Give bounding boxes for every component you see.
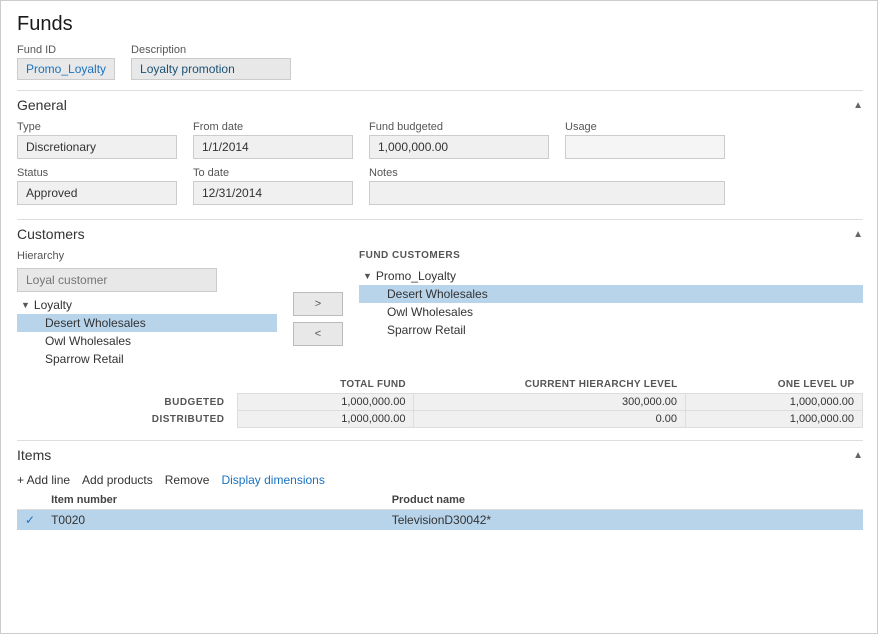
items-section: Items ▲ + Add line Add products Remove D… [17, 440, 863, 530]
to-date-label: To date [193, 167, 353, 179]
customers-section-content: Hierarchy ▼ Loyalty Desert Wholesales Ow… [17, 246, 863, 438]
fund-summary: TOTAL FUND CURRENT HIERARCHY LEVEL ONE L… [17, 376, 863, 428]
move-left-button[interactable]: < [293, 322, 343, 346]
row-check-cell: ✓ [17, 510, 43, 531]
notes-input[interactable] [369, 181, 725, 205]
col-item-number: Item number [43, 491, 384, 510]
items-section-title: Items [17, 447, 51, 463]
tree-arrow-icon: ▼ [21, 300, 30, 310]
move-right-button[interactable]: > [293, 292, 343, 316]
customers-left-panel: Hierarchy ▼ Loyalty Desert Wholesales Ow… [17, 250, 277, 368]
hierarchy-field-group: Hierarchy [17, 250, 277, 292]
status-field-group: Status [17, 167, 177, 205]
usage-field-group: Usage [565, 121, 725, 159]
budgeted-total-fund: 1,000,000.00 [237, 394, 414, 411]
right-tree-item-sparrow[interactable]: Sparrow Retail [359, 321, 863, 339]
general-section: General ▲ Type From date Fund budgeted [17, 90, 863, 215]
display-dimensions-button[interactable]: Display dimensions [221, 473, 324, 487]
right-tree-root-label: Promo_Loyalty [376, 269, 456, 283]
customers-section-title: Customers [17, 226, 85, 242]
right-tree-arrow-icon: ▼ [363, 271, 372, 281]
general-chevron-icon: ▲ [853, 100, 863, 111]
right-tree-root[interactable]: ▼ Promo_Loyalty [359, 267, 863, 285]
col-header-current-hierarchy: CURRENT HIERARCHY LEVEL [414, 376, 686, 394]
description-group: Description Loyalty promotion [131, 44, 291, 80]
items-chevron-icon: ▲ [853, 450, 863, 461]
fund-customers-label: FUND CUSTOMERS [359, 250, 863, 261]
remove-button[interactable]: Remove [165, 473, 210, 487]
add-products-button[interactable]: Add products [82, 473, 153, 487]
fund-budgeted-input[interactable] [369, 135, 549, 159]
general-section-title: General [17, 97, 67, 113]
tree-parent-loyalty-label: Loyalty [34, 298, 72, 312]
distributed-total-fund: 1,000,000.00 [237, 411, 414, 428]
check-icon: ✓ [25, 513, 35, 527]
fund-id-value[interactable]: Promo_Loyalty [17, 58, 115, 80]
status-input[interactable] [17, 181, 177, 205]
customers-layout: Hierarchy ▼ Loyalty Desert Wholesales Ow… [17, 250, 863, 368]
type-label: Type [17, 121, 177, 133]
general-section-content: Type From date Fund budgeted Usage [17, 117, 863, 215]
col-header-one-level-up: ONE LEVEL UP [686, 376, 863, 394]
general-grid: Type From date Fund budgeted Usage [17, 121, 863, 205]
col-check [17, 491, 43, 510]
table-row[interactable]: ✓ T0020 TelevisionD30042* [17, 510, 863, 531]
fund-id-label: Fund ID [17, 44, 115, 56]
customers-section: Customers ▲ Hierarchy ▼ Loyalty Des [17, 219, 863, 438]
type-input[interactable] [17, 135, 177, 159]
items-table: Item number Product name ✓ T0020 Televis… [17, 491, 863, 530]
from-date-label: From date [193, 121, 353, 133]
items-section-header[interactable]: Items ▲ [17, 441, 863, 467]
type-field-group: Type [17, 121, 177, 159]
description-label: Description [131, 44, 291, 56]
customers-section-header[interactable]: Customers ▲ [17, 220, 863, 246]
tree-parent-loyalty[interactable]: ▼ Loyalty [17, 296, 277, 314]
general-section-header[interactable]: General ▲ [17, 91, 863, 117]
from-date-input[interactable] [193, 135, 353, 159]
fund-budgeted-label: Fund budgeted [369, 121, 549, 133]
items-toolbar: + Add line Add products Remove Display d… [17, 467, 863, 491]
fund-id-group: Fund ID Promo_Loyalty [17, 44, 115, 80]
row-product-name: TelevisionD30042* [384, 510, 863, 531]
notes-field-group: Notes [369, 167, 725, 205]
distributed-one-level-up: 1,000,000.00 [686, 411, 863, 428]
notes-label: Notes [369, 167, 725, 179]
col-header-total-fund: TOTAL FUND [237, 376, 414, 394]
to-date-input[interactable] [193, 181, 353, 205]
fund-header: Fund ID Promo_Loyalty Description Loyalt… [17, 44, 863, 80]
row-item-number: T0020 [43, 510, 384, 531]
right-tree: ▼ Promo_Loyalty Desert Wholesales Owl Wh… [359, 267, 863, 339]
add-line-button[interactable]: + Add line [17, 473, 70, 487]
hierarchy-input[interactable] [17, 268, 217, 292]
fund-budgeted-field-group: Fund budgeted [369, 121, 549, 159]
budgeted-row-label: BUDGETED [17, 394, 237, 411]
hierarchy-label: Hierarchy [17, 250, 277, 262]
distributed-row-label: DISTRIBUTED [17, 411, 237, 428]
items-container: Item number Product name ✓ T0020 Televis… [17, 491, 863, 530]
left-tree: ▼ Loyalty Desert Wholesales Owl Wholesal… [17, 296, 277, 368]
customers-right-panel: FUND CUSTOMERS ▼ Promo_Loyalty Desert Wh… [359, 250, 863, 368]
usage-label: Usage [565, 121, 725, 133]
from-date-field-group: From date [193, 121, 353, 159]
distributed-current-hierarchy: 0.00 [414, 411, 686, 428]
budgeted-one-level-up: 1,000,000.00 [686, 394, 863, 411]
budgeted-current-hierarchy: 300,000.00 [414, 394, 686, 411]
usage-input[interactable] [565, 135, 725, 159]
tree-item-owl-wholesales[interactable]: Owl Wholesales [17, 332, 277, 350]
page-title: Funds [17, 13, 863, 36]
customers-chevron-icon: ▲ [853, 229, 863, 240]
tree-item-desert-wholesales[interactable]: Desert Wholesales [17, 314, 277, 332]
status-label: Status [17, 167, 177, 179]
tree-item-sparrow-retail[interactable]: Sparrow Retail [17, 350, 277, 368]
to-date-field-group: To date [193, 167, 353, 205]
description-value[interactable]: Loyalty promotion [131, 58, 291, 80]
col-product-name: Product name [384, 491, 863, 510]
items-table-header-row: Item number Product name [17, 491, 863, 510]
customers-middle-panel: > < [285, 250, 351, 368]
right-tree-item-owl[interactable]: Owl Wholesales [359, 303, 863, 321]
right-tree-item-desert[interactable]: Desert Wholesales [359, 285, 863, 303]
